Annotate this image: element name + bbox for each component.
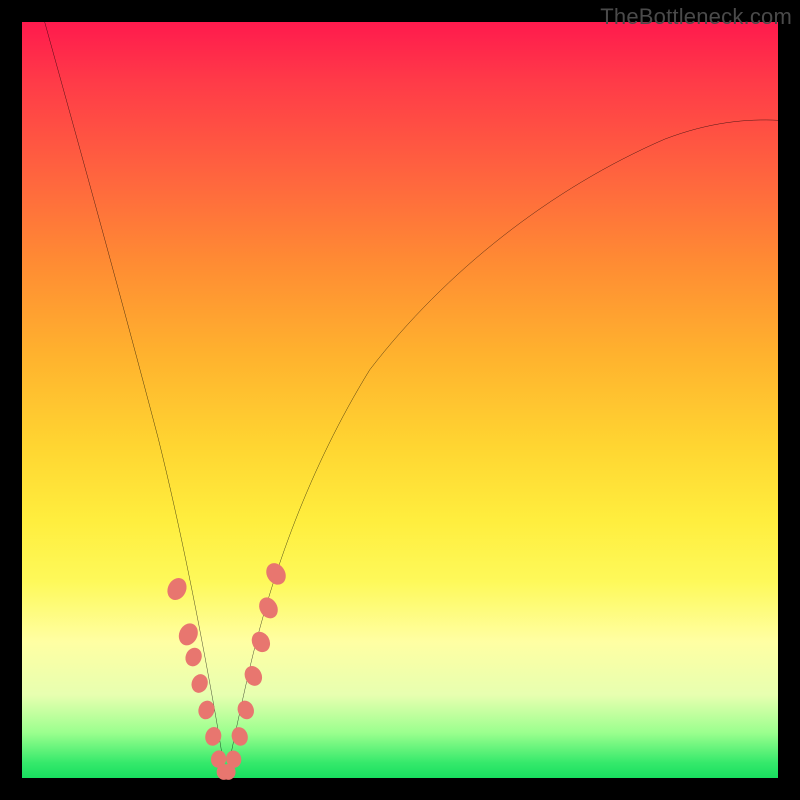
marker xyxy=(176,621,201,648)
marker xyxy=(249,629,273,655)
marker xyxy=(196,699,216,721)
outer-frame: TheBottleneck.com xyxy=(0,0,800,800)
marker xyxy=(164,575,189,602)
plot-area xyxy=(22,22,778,778)
marker-group xyxy=(164,560,289,780)
marker xyxy=(189,672,209,694)
curve-right-branch xyxy=(226,120,778,778)
marker xyxy=(263,560,289,588)
marker xyxy=(256,595,281,622)
curve-left-branch xyxy=(45,22,226,778)
marker xyxy=(204,726,223,747)
chart-svg xyxy=(22,22,778,778)
marker xyxy=(242,664,265,689)
marker xyxy=(183,646,204,668)
marker xyxy=(230,725,250,747)
watermark-text: TheBottleneck.com xyxy=(600,4,792,30)
